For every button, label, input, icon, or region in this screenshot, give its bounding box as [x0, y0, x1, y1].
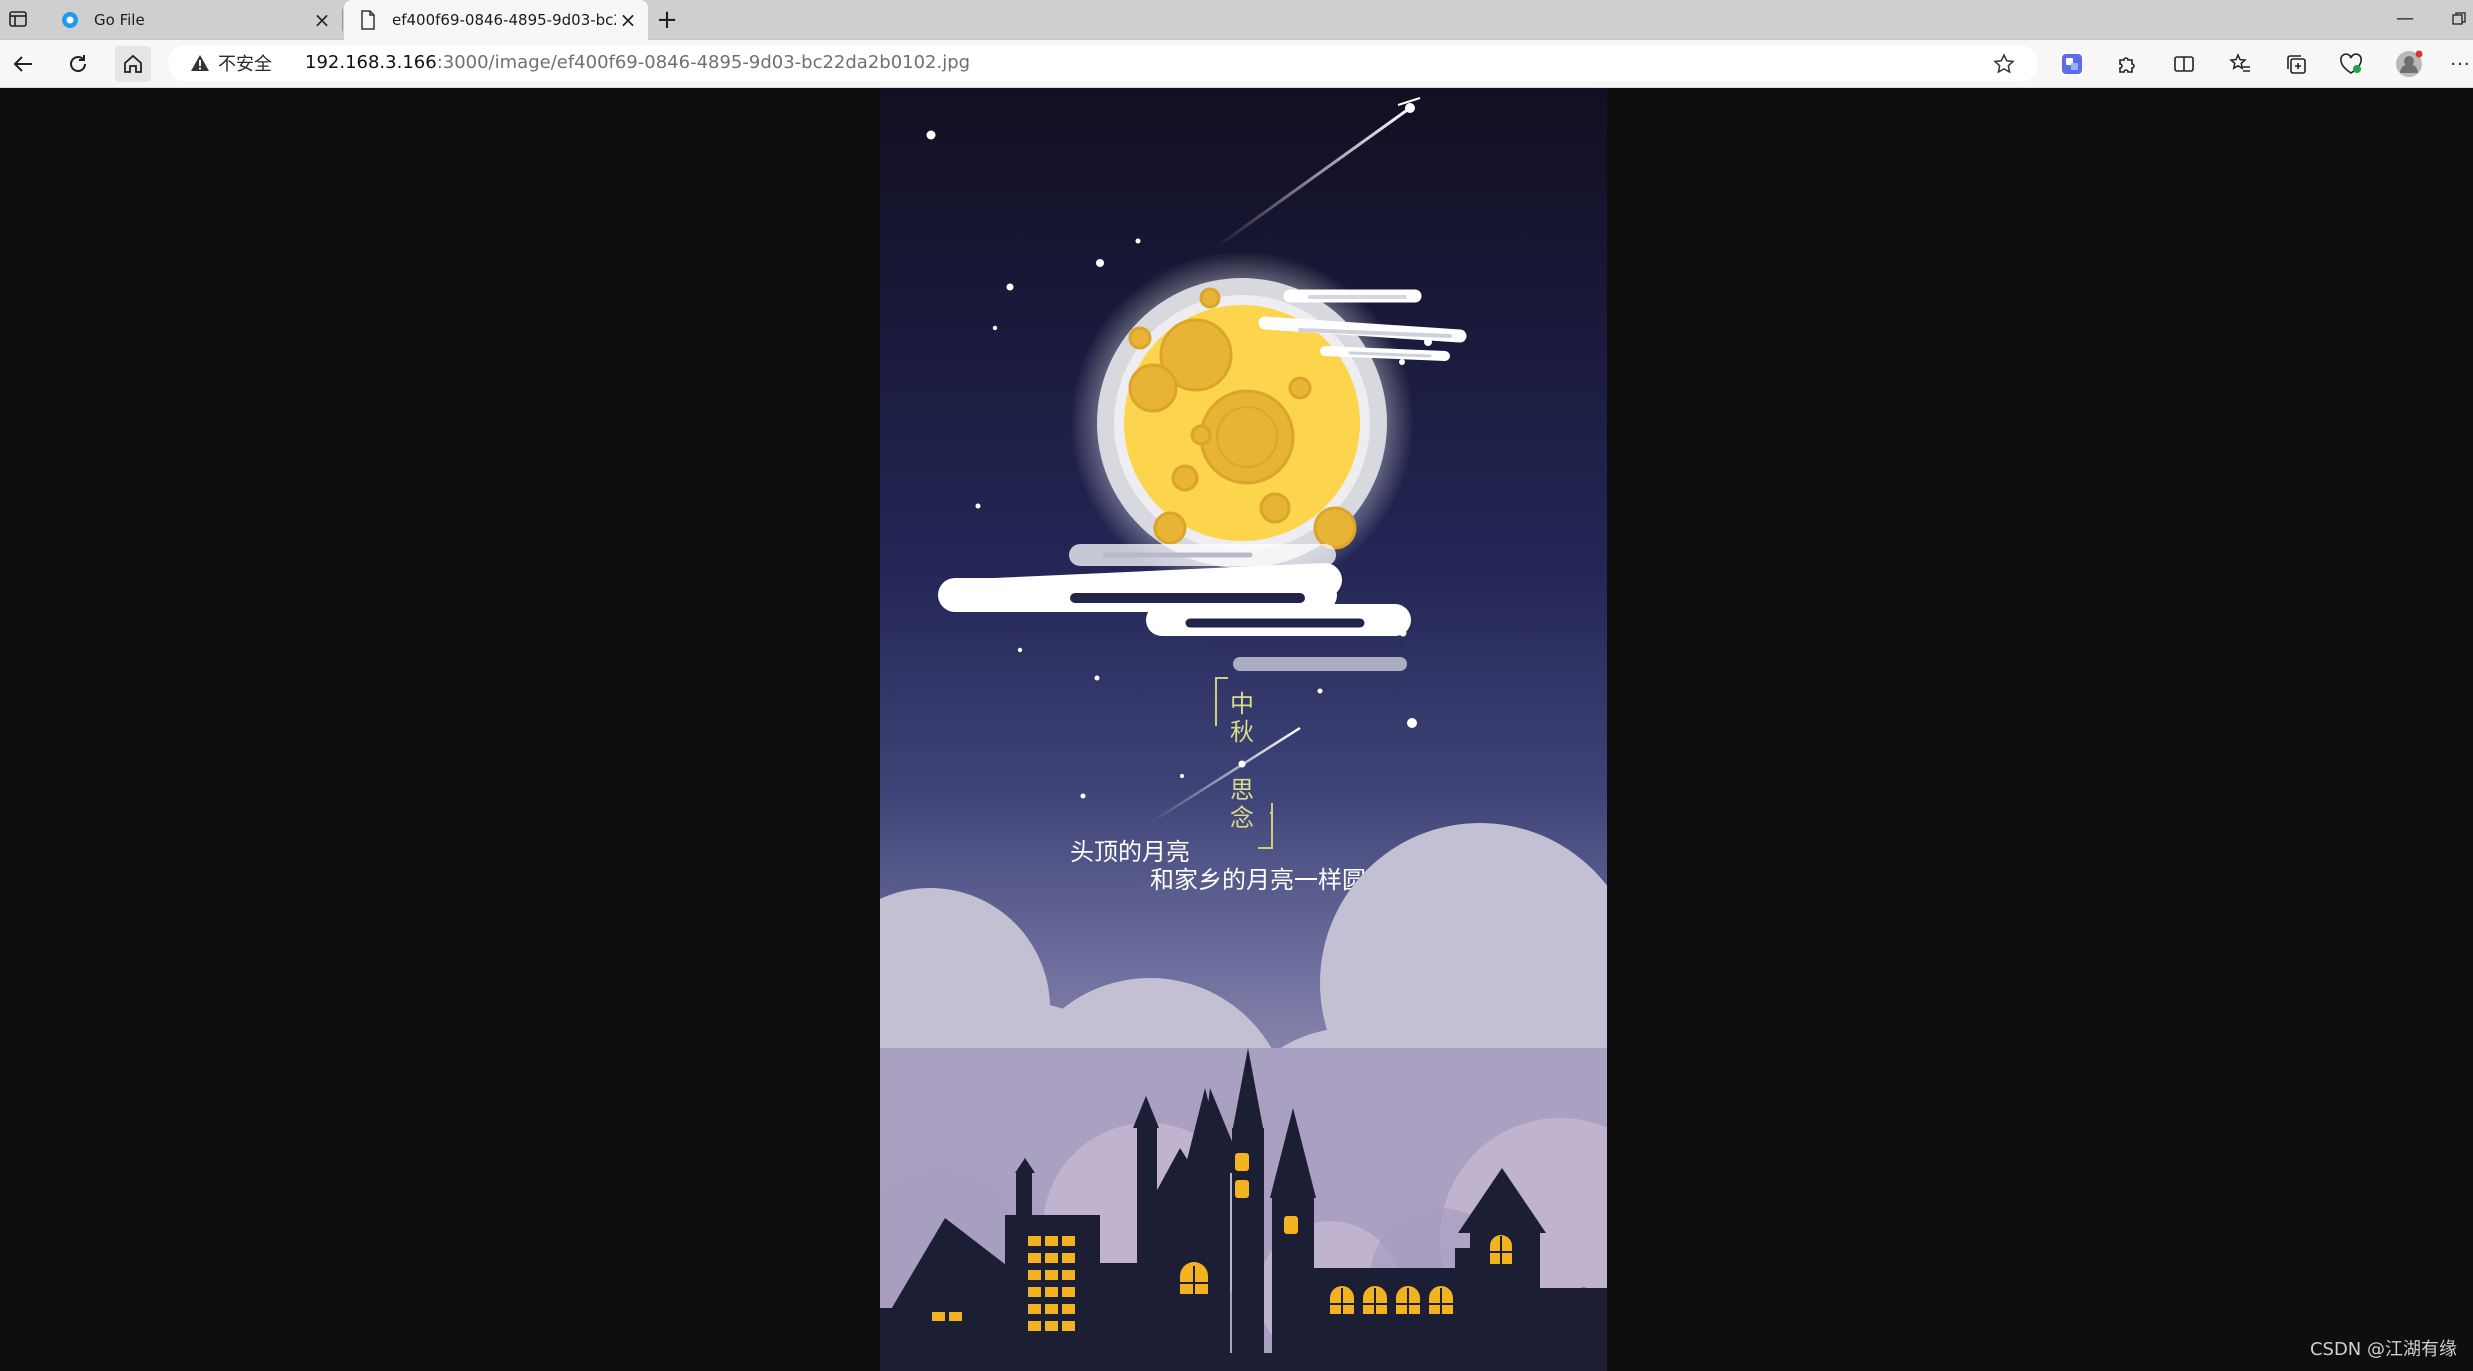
new-tab-button[interactable]: + [652, 5, 682, 35]
full-moon [1070, 251, 1414, 595]
page-watermark: CSDN @江湖有缘 [2309, 1339, 2457, 1360]
extensions-button[interactable] [2109, 46, 2145, 82]
url-text[interactable]: 192.168.3.166:3000/image/ef400f69-0846-4… [305, 50, 970, 76]
tab-go-file[interactable]: Go File × [46, 0, 343, 39]
home-button[interactable] [115, 46, 151, 82]
collections-button[interactable] [2278, 46, 2314, 82]
close-tab-icon[interactable]: × [616, 8, 640, 32]
poster-line-2: 和家乡的月亮一样圆 [1150, 866, 1366, 894]
favorites-list-icon [2229, 53, 2250, 72]
split-screen-icon [2174, 56, 2194, 72]
minimize-button[interactable]: — [2390, 8, 2420, 30]
poster-vertical-title-2-char-2: 念 [1230, 804, 1254, 832]
translate-extension-button[interactable] [2054, 46, 2090, 82]
puzzle-icon [2119, 57, 2135, 73]
browser-essentials-button[interactable] [2333, 46, 2369, 82]
poster-vertical-title-2-char-1: 思 [1230, 776, 1254, 804]
translate-icon [2062, 54, 2082, 74]
tab-actions-icon [9, 11, 27, 27]
restore-icon [2452, 12, 2466, 25]
profile-button[interactable] [2391, 46, 2427, 82]
image-viewer: 中 秋 思 念 头顶的月亮 和家乡的月亮一样圆 CSDN @江湖有缘 [0, 88, 2473, 1371]
favorites-button[interactable] [2222, 46, 2258, 82]
poster-vertical-title-1-char-1: 中 [1230, 690, 1254, 718]
home-icon [124, 54, 142, 73]
poster-vertical-title-1-char-2: 秋 [1230, 718, 1254, 746]
warning-icon [190, 54, 210, 72]
tab-actions-menu-button[interactable] [6, 8, 30, 30]
close-tab-icon[interactable]: × [310, 8, 334, 32]
go-file-icon [60, 10, 80, 30]
tab-separator [342, 9, 343, 31]
browser-toolbar: 不安全 192.168.3.166:3000/image/ef400f69-08… [0, 40, 2473, 88]
tab-title: Go File [94, 10, 145, 29]
tab-strip: Go File × ef400f69-0846-4895-9d03-bc22da… [0, 0, 2473, 40]
heart-pulse-icon [2340, 53, 2362, 74]
restore-button[interactable] [2452, 8, 2473, 30]
back-button[interactable] [5, 46, 41, 82]
settings-more-button[interactable]: ··· [2448, 46, 2473, 82]
tab-title: ef400f69-0846-4895-9d03-bc22da2b0102.jpg [392, 11, 616, 29]
document-icon [358, 10, 378, 30]
more-icon: ··· [2450, 53, 2471, 75]
url-host: 192.168.3.166 [305, 52, 437, 73]
security-label: 不安全 [218, 54, 272, 75]
tab-image[interactable]: ef400f69-0846-4895-9d03-bc22da2b0102.jpg… [344, 0, 648, 40]
refresh-button[interactable] [60, 46, 96, 82]
url-path: :3000/image/ef400f69-0846-4895-9d03-bc22… [436, 52, 971, 73]
poster-line-1: 头顶的月亮 [1070, 838, 1190, 866]
avatar-icon [2396, 50, 2423, 77]
mid-autumn-poster-image: 中 秋 思 念 头顶的月亮 和家乡的月亮一样圆 [880, 88, 1607, 1371]
refresh-icon [70, 55, 86, 72]
security-indicator[interactable]: 不安全 [190, 50, 272, 76]
back-arrow-icon [13, 56, 32, 72]
split-screen-button[interactable] [2166, 46, 2202, 82]
favorite-star-button[interactable] [1992, 52, 2016, 76]
star-icon [1993, 53, 2015, 74]
collections-icon [2287, 55, 2306, 74]
